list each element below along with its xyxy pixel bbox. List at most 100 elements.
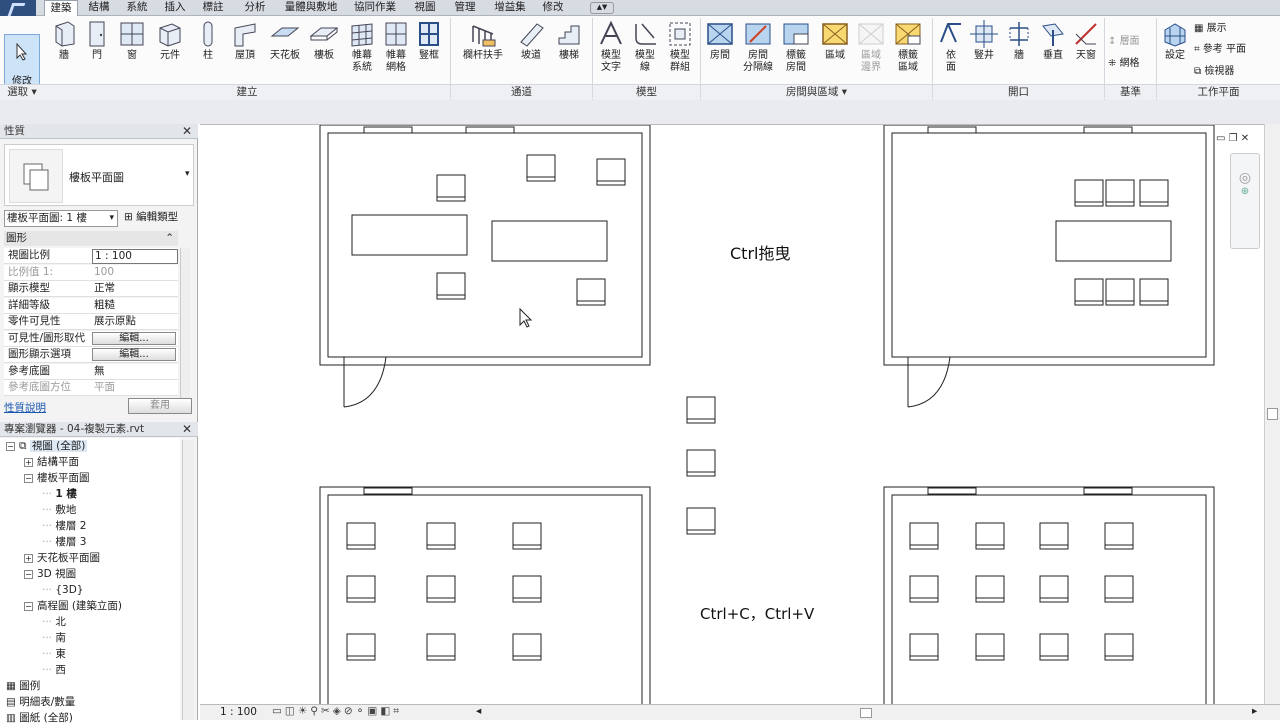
room-button[interactable]: 房間 <box>704 16 736 86</box>
edit-button[interactable]: 編輯... <box>92 348 176 361</box>
wall-opening-button[interactable]: 牆 <box>1004 16 1034 86</box>
expand-icon[interactable]: + <box>24 457 33 467</box>
tag-room-button[interactable]: 標籤 房間 <box>780 16 812 86</box>
component-button[interactable]: 元件 <box>152 16 188 86</box>
view-control-icons[interactable]: ▭◫☀⚲✂◈⊘⚬▣◧⌗ <box>272 705 402 718</box>
browser-item[interactable]: − 高程圖 (建築立面) <box>24 598 122 614</box>
show-work-plane-button[interactable]: ▦ 展示 <box>1194 22 1264 36</box>
select-group-label[interactable]: 選取 ▾ <box>0 84 44 100</box>
room-area-group-label[interactable]: 房間與區域 ▾ <box>701 84 932 100</box>
navigation-bar[interactable]: ◎ ⊕ <box>1230 153 1260 249</box>
property-row[interactable]: 參考底圖 無 <box>4 363 178 380</box>
tab-massing-site[interactable]: 量體與敷地 <box>280 0 342 16</box>
mullion-button[interactable]: 豎框 <box>414 16 444 86</box>
floor-button[interactable]: 樓板 <box>306 16 342 86</box>
model-text-button[interactable]: 模型 文字 <box>596 16 626 86</box>
property-row[interactable]: 詳細等級 粗糙 <box>4 297 178 314</box>
expand-icon[interactable]: + <box>24 553 33 563</box>
browser-item[interactable]: ··· 樓層 3 <box>42 534 86 550</box>
minimize-icon[interactable]: ▭ <box>1216 133 1225 144</box>
canvas-vertical-scrollbar[interactable] <box>1264 124 1280 704</box>
browser-item[interactable]: ··· 北 <box>42 614 66 630</box>
view-scale[interactable]: 1 : 100 <box>220 706 257 718</box>
close-icon[interactable]: ✕ <box>1241 133 1249 144</box>
graphics-section-header[interactable]: 圖形 ⌃ <box>4 231 178 246</box>
horizontal-scroll-thumb[interactable] <box>860 708 872 718</box>
area-boundary-button[interactable]: 區域 邊界 <box>854 16 888 86</box>
wall-button[interactable]: 牆 <box>46 16 82 86</box>
edit-type-button[interactable]: ⊞ 編輯類型 <box>124 210 194 227</box>
tab-architecture[interactable]: 建築 <box>44 0 78 17</box>
collapse-icon[interactable]: − <box>24 569 33 579</box>
browser-item[interactable]: ··· 敷地 <box>42 502 76 518</box>
steering-wheel-icon[interactable]: ◎ <box>1231 170 1259 186</box>
properties-help-link[interactable]: 性質說明 <box>4 400 46 415</box>
browser-item[interactable]: + 結構平面 <box>24 454 79 470</box>
dormer-button[interactable]: 天窗 <box>1070 16 1102 86</box>
view-scale-input[interactable]: 1 : 100 <box>92 249 178 264</box>
restore-icon[interactable]: ❐ <box>1229 133 1238 144</box>
tab-analyze[interactable]: 分析 <box>238 0 272 16</box>
stair-button[interactable]: 樓梯 <box>552 16 586 86</box>
browser-item[interactable]: ··· 南 <box>42 630 66 646</box>
browser-item[interactable]: −3D 視圖 <box>24 566 76 582</box>
property-row[interactable]: 可見性/圖形取代 編輯... <box>4 330 178 347</box>
ribbon-toggle-button[interactable]: ▴▾ <box>590 2 614 14</box>
tab-collaborate[interactable]: 協同作業 <box>350 0 400 16</box>
property-row[interactable]: 視圖比例 1 : 100 <box>4 248 178 264</box>
type-selector[interactable]: 樓板平面圖 ▾ <box>4 144 194 206</box>
property-row[interactable]: 圖形顯示選項 編輯... <box>4 347 178 363</box>
browser-item[interactable]: ▤ 明細表/數量 <box>6 694 75 710</box>
railing-button[interactable]: 欄杆扶手 <box>458 16 508 86</box>
collapse-icon[interactable]: − <box>6 441 15 451</box>
by-face-button[interactable]: 依 面 <box>936 16 966 86</box>
viewer-button[interactable]: ⧉ 檢視器 <box>1194 65 1264 79</box>
collapse-icon[interactable]: − <box>24 601 33 611</box>
door-button[interactable]: 門 <box>82 16 112 86</box>
model-group-button[interactable]: 模型 群組 <box>664 16 696 86</box>
view-window-controls[interactable]: ▭ ❐ ✕ <box>1216 133 1264 145</box>
ceiling-button[interactable]: 天花板 <box>266 16 304 86</box>
browser-item[interactable]: ··· 樓層 2 <box>42 518 86 534</box>
grid-button[interactable]: ⁜ 網格 <box>1108 54 1152 69</box>
column-button[interactable]: 柱 <box>194 16 222 86</box>
application-menu-button[interactable] <box>0 0 36 16</box>
tab-modify[interactable]: 修改 <box>538 0 568 16</box>
browser-item[interactable]: − ⧉ 視圖 (全部) <box>6 438 88 454</box>
curtain-system-button[interactable]: 帷幕 系統 <box>344 16 380 86</box>
ref-plane-button[interactable]: ⌗ 參考 平面 <box>1194 43 1268 57</box>
browser-item[interactable]: − 樓板平面圖 <box>24 470 90 486</box>
curtain-grid-button[interactable]: 帷幕 網格 <box>380 16 412 86</box>
model-line-button[interactable]: 模型 線 <box>630 16 660 86</box>
browser-item[interactable]: ··· 東 <box>42 646 66 662</box>
browser-item[interactable]: ▦ 圖例 <box>6 678 40 694</box>
tab-view[interactable]: 視圖 <box>410 0 440 16</box>
edit-button[interactable]: 編輯... <box>92 331 176 345</box>
drawing-canvas[interactable]: Ctrl拖曳 Ctrl+C，Ctrl+V ▭ ❐ ✕ ◎ ⊕ <box>200 124 1264 726</box>
tag-area-button[interactable]: 標籤 區域 <box>890 16 926 86</box>
scroll-left-icon[interactable]: ◂ <box>476 705 481 717</box>
tab-insert[interactable]: 插入 <box>160 0 190 16</box>
apply-button[interactable]: 套用 <box>128 398 192 414</box>
window-button[interactable]: 窗 <box>116 16 148 86</box>
shaft-button[interactable]: 豎井 <box>968 16 1000 86</box>
set-work-plane-button[interactable]: 設定 <box>1160 16 1190 86</box>
close-icon[interactable]: ✕ <box>182 422 192 436</box>
scroll-thumb[interactable] <box>1267 408 1278 420</box>
level-button[interactable]: ↕ 層面 <box>1108 32 1152 47</box>
browser-scrollbar[interactable] <box>182 440 194 720</box>
view-selector[interactable]: 樓板平面圖: 1 樓 ▾ <box>4 210 118 227</box>
browser-item[interactable]: ··· 1 樓 <box>42 486 77 502</box>
tab-manage[interactable]: 管理 <box>450 0 480 16</box>
tab-systems[interactable]: 系統 <box>122 0 152 16</box>
vertical-opening-button[interactable]: 垂直 <box>1036 16 1070 86</box>
property-row[interactable]: 顯示模型 正常 <box>4 281 178 297</box>
browser-item[interactable]: ··· 西 <box>42 662 66 678</box>
tab-annotate[interactable]: 標註 <box>198 0 228 16</box>
area-button[interactable]: 區域 <box>818 16 852 86</box>
properties-scrollbar[interactable] <box>180 248 190 398</box>
browser-item[interactable]: ▥ 圖紙 (全部) <box>6 710 73 726</box>
close-icon[interactable]: ✕ <box>182 124 192 138</box>
scroll-right-icon[interactable]: ▸ <box>1252 705 1257 717</box>
property-row[interactable]: 比例值 1: 100 <box>4 264 178 281</box>
